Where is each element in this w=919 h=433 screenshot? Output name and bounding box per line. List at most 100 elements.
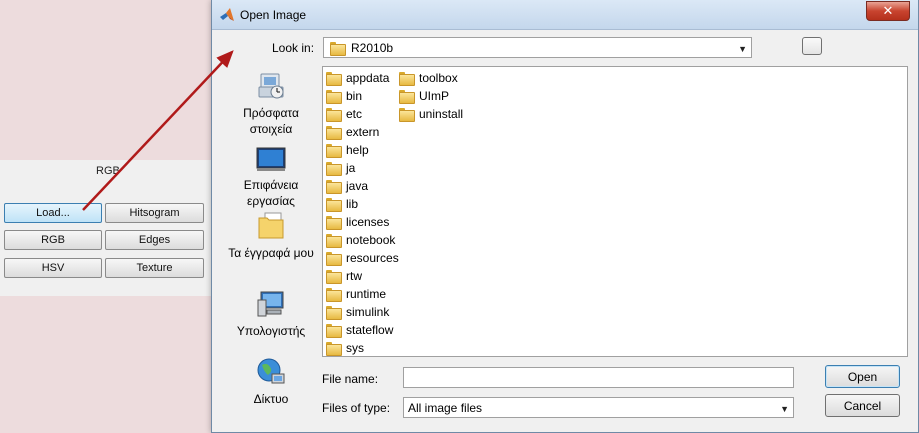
- folder-icon: [326, 144, 342, 158]
- file-name: help: [346, 143, 369, 157]
- file-name: ja: [346, 161, 356, 175]
- place-recent-items[interactable]: Πρόσφατα στοιχεία: [226, 70, 316, 137]
- file-type-label: Files of type:: [322, 401, 391, 415]
- place-label: Τα έγγραφά μου: [228, 246, 314, 260]
- desktop-icon: [256, 147, 286, 171]
- network-icon: [257, 358, 285, 384]
- file-list[interactable]: appdata bin etc extern help ja java lib …: [322, 66, 908, 357]
- file-name: rtw: [346, 269, 362, 283]
- file-name: appdata: [346, 71, 390, 85]
- list-item[interactable]: extern: [326, 123, 379, 141]
- folder-icon: [326, 198, 342, 212]
- look-in-value: R2010b: [351, 40, 394, 55]
- folder-icon: [399, 90, 415, 104]
- file-name: UImP: [419, 89, 449, 103]
- folder-icon: [326, 108, 342, 122]
- list-item[interactable]: help: [326, 141, 369, 159]
- folder-icon: [399, 72, 415, 86]
- computer-icon: [257, 291, 284, 317]
- list-item[interactable]: runtime: [326, 285, 386, 303]
- file-type-dropdown[interactable]: All image files ▼: [403, 397, 794, 418]
- file-name: bin: [346, 89, 363, 103]
- file-name: runtime: [346, 287, 387, 301]
- rgb-label: RGB: [96, 165, 120, 177]
- chevron-down-icon: ▼: [780, 404, 789, 414]
- file-name: stateflow: [346, 323, 394, 337]
- dialog-title: Open Image: [240, 8, 307, 22]
- list-item[interactable]: notebook: [326, 231, 395, 249]
- folder-icon: [326, 342, 342, 356]
- folder-icon: [326, 270, 342, 284]
- file-name: toolbox: [419, 71, 458, 85]
- folder-icon: [399, 108, 415, 122]
- place-network[interactable]: Δίκτυο: [226, 356, 316, 407]
- file-name: etc: [346, 107, 363, 121]
- file-name: sys: [346, 341, 364, 355]
- place-desktop[interactable]: Επιφάνεια εργασίας: [226, 142, 316, 209]
- place-label: Δίκτυο: [253, 392, 289, 406]
- list-item[interactable]: simulink: [326, 303, 389, 321]
- folder-icon: [326, 126, 342, 140]
- recent-items-icon: [258, 73, 284, 99]
- place-label: Υπολογιστής: [236, 324, 306, 338]
- file-name: java: [346, 179, 369, 193]
- list-item[interactable]: etc: [326, 105, 362, 123]
- folder-icon: [326, 288, 342, 302]
- list-item[interactable]: lib: [326, 195, 358, 213]
- folder-icon: [326, 180, 342, 194]
- list-item[interactable]: stateflow: [326, 321, 393, 339]
- folder-icon: [326, 216, 342, 230]
- file-name-input[interactable]: [403, 367, 794, 388]
- chevron-down-icon: ▼: [738, 44, 747, 54]
- look-in-dropdown[interactable]: R2010b ▼: [323, 37, 752, 58]
- folder-icon: [326, 306, 342, 320]
- file-name: licenses: [346, 215, 390, 229]
- file-name: notebook: [346, 233, 396, 247]
- image-axes-top: [0, 0, 212, 160]
- folder-icon: [326, 162, 342, 176]
- cancel-button[interactable]: Cancel: [825, 394, 900, 417]
- file-name: resources: [346, 251, 399, 265]
- folder-icon: [326, 72, 342, 86]
- matlab-logo-icon: [220, 8, 234, 21]
- file-name: uninstall: [419, 107, 464, 121]
- close-button[interactable]: ✕: [866, 1, 910, 21]
- folder-icon: [326, 90, 342, 104]
- texture-button[interactable]: Texture: [105, 258, 204, 278]
- open-image-dialog: Open Image ✕ Look in: R2010b ▼ Πρόσφατα …: [211, 0, 919, 433]
- histogram-button[interactable]: Hitsogram: [105, 203, 204, 223]
- file-name-label: File name:: [322, 372, 379, 386]
- file-name: extern: [346, 125, 380, 139]
- dialog-titlebar[interactable]: Open Image ✕: [212, 0, 918, 30]
- list-item[interactable]: bin: [326, 87, 362, 105]
- list-item[interactable]: appdata: [326, 69, 389, 87]
- file-name: lib: [346, 197, 359, 211]
- list-item[interactable]: UImP: [399, 87, 449, 105]
- list-item[interactable]: licenses: [326, 213, 389, 231]
- file-type-value: All image files: [408, 400, 483, 415]
- list-item[interactable]: sys: [326, 339, 364, 357]
- place-label: Πρόσφατα στοιχεία: [243, 106, 299, 136]
- place-label: Επιφάνεια εργασίας: [243, 178, 299, 208]
- list-item[interactable]: toolbox: [399, 69, 458, 87]
- folder-icon: [326, 324, 342, 338]
- list-item[interactable]: rtw: [326, 267, 362, 285]
- list-item[interactable]: java: [326, 177, 368, 195]
- edges-button[interactable]: Edges: [105, 230, 204, 250]
- place-documents[interactable]: Τα έγγραφά μου: [226, 210, 316, 261]
- list-item[interactable]: ja: [326, 159, 355, 177]
- list-item[interactable]: resources: [326, 249, 399, 267]
- folder-icon: [326, 234, 342, 248]
- look-in-label: Look in:: [272, 41, 315, 55]
- view-menu-button[interactable]: [802, 37, 822, 55]
- list-item[interactable]: uninstall: [399, 105, 463, 123]
- folder-icon: [330, 41, 346, 56]
- image-axes-bottom: [0, 296, 212, 433]
- rgb-button[interactable]: RGB: [4, 230, 102, 250]
- load-button[interactable]: Load...: [4, 203, 102, 223]
- close-icon: ✕: [882, 3, 894, 18]
- open-button[interactable]: Open: [825, 365, 900, 388]
- folder-icon: [326, 252, 342, 266]
- hsv-button[interactable]: HSV: [4, 258, 102, 278]
- place-computer[interactable]: Υπολογιστής: [226, 288, 316, 339]
